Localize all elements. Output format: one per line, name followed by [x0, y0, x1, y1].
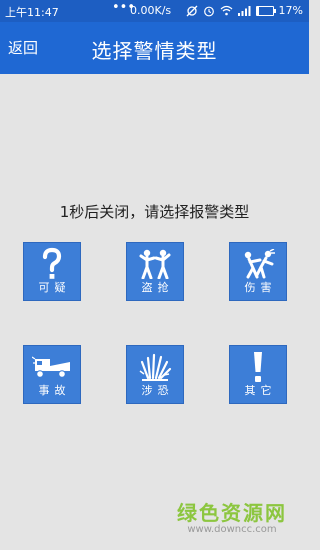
watermark-logo: 绿色资源网 www.downcc.com: [177, 497, 287, 535]
watermark-text: 绿色资源网: [177, 501, 287, 525]
signal-icon: [237, 6, 251, 16]
tile-label: 其它: [244, 384, 277, 397]
tile-label: 可疑: [38, 281, 71, 294]
page-title: 选择警情类型: [91, 39, 218, 63]
tile-accident[interactable]: 事故: [23, 345, 81, 404]
wifi-icon: [220, 5, 232, 16]
status-bar: 上午11:47 ••• 0.00K/s 17%: [0, 0, 309, 22]
status-time: 上午11:47: [5, 6, 59, 19]
tile-suspicious[interactable]: 可疑: [23, 242, 81, 301]
tile-assault[interactable]: 伤害: [229, 242, 287, 301]
tile-label: 伤害: [244, 281, 277, 294]
robbery-icon: [139, 249, 171, 279]
no-sync-icon: [186, 5, 198, 16]
tile-label: 涉恐: [141, 384, 174, 397]
countdown-prompt: 1秒后关闭，请选择报警类型: [59, 203, 250, 221]
tile-robbery[interactable]: 盗抢: [126, 242, 184, 301]
watermark-url: www.downcc.com: [187, 524, 277, 535]
app-header: 返回 选择警情类型: [0, 22, 309, 74]
truck-accident-icon: [32, 356, 70, 378]
assault-icon: [244, 249, 275, 279]
status-icons: 17%: [186, 4, 303, 17]
alarm-icon: [203, 6, 214, 16]
explosion-icon: [139, 353, 172, 381]
battery-percent: 17%: [278, 4, 303, 17]
tile-label: 事故: [38, 384, 71, 397]
battery-icon: [255, 5, 276, 16]
exclamation-icon: [254, 352, 262, 382]
tile-label: 盗抢: [141, 281, 174, 294]
network-speed: 0.00K/s: [130, 4, 172, 17]
tile-terror[interactable]: 涉恐: [126, 345, 184, 404]
question-mark-icon: [42, 247, 62, 279]
tile-other[interactable]: 其它: [229, 345, 287, 404]
